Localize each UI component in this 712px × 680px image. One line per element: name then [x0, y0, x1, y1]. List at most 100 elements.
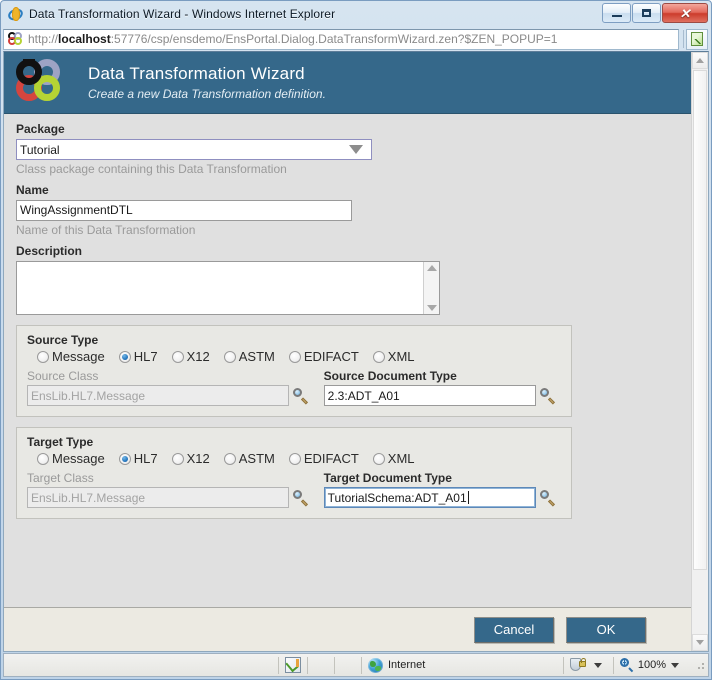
radio-label: HL7	[133, 349, 158, 364]
radio-icon[interactable]	[37, 350, 49, 363]
maximize-button[interactable]	[632, 3, 661, 23]
source-doctype-input[interactable]: 2.3:ADT_A01	[323, 385, 536, 406]
protected-mode-cell[interactable]	[564, 654, 613, 676]
source-class-input[interactable]: EnsLib.HL7.Message	[27, 385, 289, 406]
source-class-search-icon[interactable]	[292, 387, 310, 405]
radio-label: ASTM	[238, 349, 275, 364]
target-radio-x12[interactable]: X12	[171, 451, 210, 466]
target-radio-xml[interactable]: XML	[372, 451, 415, 466]
source-radio-x12[interactable]: X12	[171, 349, 210, 364]
internet-explorer-icon	[6, 6, 25, 23]
minimize-button[interactable]	[602, 3, 631, 23]
radio-icon[interactable]	[372, 452, 385, 465]
internet-zone-globe-icon	[368, 657, 383, 673]
target-doctype-search-icon[interactable]	[539, 489, 557, 507]
zoom-magnifier-icon	[619, 658, 634, 673]
status-bar: Internet 100%	[3, 653, 709, 677]
radio-icon[interactable]	[288, 452, 301, 465]
source-radio-xml[interactable]: XML	[372, 349, 415, 364]
intersystems-rings-logo-icon	[12, 57, 74, 109]
zone-label: Internet	[388, 659, 426, 671]
target-type-group: Target Type Message HL7 X12 ASTM EDIFACT…	[16, 427, 572, 519]
source-doctype-label: Source Document Type	[323, 369, 457, 383]
source-fields: Source Class EnsLib.HL7.Message Source D…	[27, 368, 561, 406]
chevron-down-icon[interactable]	[593, 662, 602, 668]
radio-label: Message	[52, 451, 105, 466]
target-class-label: Target Class	[27, 471, 94, 485]
radio-icon[interactable]	[171, 350, 184, 363]
wizard-document: Data Transformation Wizard Create a new …	[4, 52, 692, 651]
scroll-up-icon[interactable]	[426, 265, 437, 271]
package-value: Tutorial	[20, 142, 60, 157]
url-prefix: http://	[28, 32, 59, 46]
radio-icon[interactable]	[288, 350, 301, 363]
radio-icon[interactable]	[118, 452, 131, 465]
target-class-value: EnsLib.HL7.Message	[31, 490, 146, 505]
status-right-group: 100%	[562, 654, 708, 676]
target-class-input[interactable]: EnsLib.HL7.Message	[27, 487, 289, 508]
scroll-up-button[interactable]	[692, 52, 708, 69]
window-controls: ✕	[602, 3, 708, 23]
ok-button[interactable]: OK	[566, 616, 646, 643]
address-url: http://localhost:57776/csp/ensdemo/EnsPo…	[28, 32, 557, 46]
page-title: Data Transformation Wizard	[88, 63, 305, 83]
target-radio-edifact[interactable]: EDIFACT	[288, 451, 359, 466]
zoom-control[interactable]: 100%	[614, 654, 690, 676]
source-radio-astm[interactable]: ASTM	[223, 349, 275, 364]
radio-label: X12	[186, 451, 210, 466]
close-button[interactable]: ✕	[662, 3, 708, 23]
name-value: WingAssignmentDTL	[20, 203, 133, 217]
source-class-value: EnsLib.HL7.Message	[31, 388, 146, 403]
target-class-field: Target Class EnsLib.HL7.Message	[27, 470, 324, 508]
radio-icon[interactable]	[118, 350, 131, 363]
radio-icon[interactable]	[37, 452, 49, 465]
radio-icon[interactable]	[171, 452, 184, 465]
scrollbar-thumb[interactable]	[693, 70, 707, 570]
radio-label: Message	[52, 349, 105, 364]
radio-icon[interactable]	[372, 350, 385, 363]
package-label: Package	[16, 122, 65, 136]
target-class-search-icon[interactable]	[292, 489, 310, 507]
chevron-down-icon[interactable]	[671, 662, 679, 668]
notification-cell[interactable]	[279, 654, 307, 676]
source-doctype-search-icon[interactable]	[539, 387, 557, 405]
radio-icon[interactable]	[223, 350, 236, 363]
source-radio-edifact[interactable]: EDIFACT	[288, 349, 359, 364]
page-scrollbar[interactable]	[691, 52, 708, 651]
radio-label: EDIFACT	[303, 451, 359, 466]
target-radio-message[interactable]: Message	[37, 451, 105, 466]
source-type-label: Source Type	[27, 333, 99, 347]
text-caret	[467, 491, 469, 504]
address-bar-controls	[679, 28, 709, 50]
source-type-radios: Message HL7 X12 ASTM EDIFACT XML	[27, 349, 561, 364]
zoom-level: 100%	[637, 659, 666, 671]
source-radio-hl7[interactable]: HL7	[118, 349, 158, 364]
protected-mode-shield-icon	[569, 657, 586, 673]
source-class-field: Source Class EnsLib.HL7.Message	[27, 368, 324, 406]
cancel-button[interactable]: Cancel	[474, 616, 554, 643]
window-title: Data Transformation Wizard - Windows Int…	[29, 7, 336, 21]
resize-grip[interactable]	[694, 659, 706, 671]
close-icon: ✕	[679, 5, 691, 21]
source-type-group: Source Type Message HL7 X12 ASTM EDIFACT…	[16, 325, 572, 417]
favicon-icon	[8, 31, 24, 47]
radio-label: HL7	[133, 451, 158, 466]
name-input[interactable]: WingAssignmentDTL	[16, 200, 352, 221]
scroll-down-icon[interactable]	[426, 305, 437, 311]
description-scrollbar[interactable]	[423, 262, 439, 314]
radio-icon[interactable]	[223, 452, 236, 465]
target-radio-hl7[interactable]: HL7	[118, 451, 158, 466]
package-select[interactable]: Tutorial	[16, 139, 372, 160]
address-input[interactable]: http://localhost:57776/csp/ensdemo/EnsPo…	[3, 28, 679, 50]
target-doctype-input[interactable]: TutorialSchema:ADT_A01	[323, 487, 536, 508]
page-icon[interactable]	[686, 28, 708, 50]
radio-label: XML	[387, 451, 415, 466]
source-radio-message[interactable]: Message	[37, 349, 105, 364]
description-textarea[interactable]	[16, 261, 440, 315]
scroll-down-button[interactable]	[692, 634, 708, 651]
description-value[interactable]	[17, 262, 423, 314]
target-radio-astm[interactable]: ASTM	[223, 451, 275, 466]
security-zone[interactable]: Internet	[362, 654, 431, 676]
source-doctype-field: Source Document Type 2.3:ADT_A01	[323, 368, 561, 406]
wizard-header: Data Transformation Wizard Create a new …	[4, 52, 692, 114]
